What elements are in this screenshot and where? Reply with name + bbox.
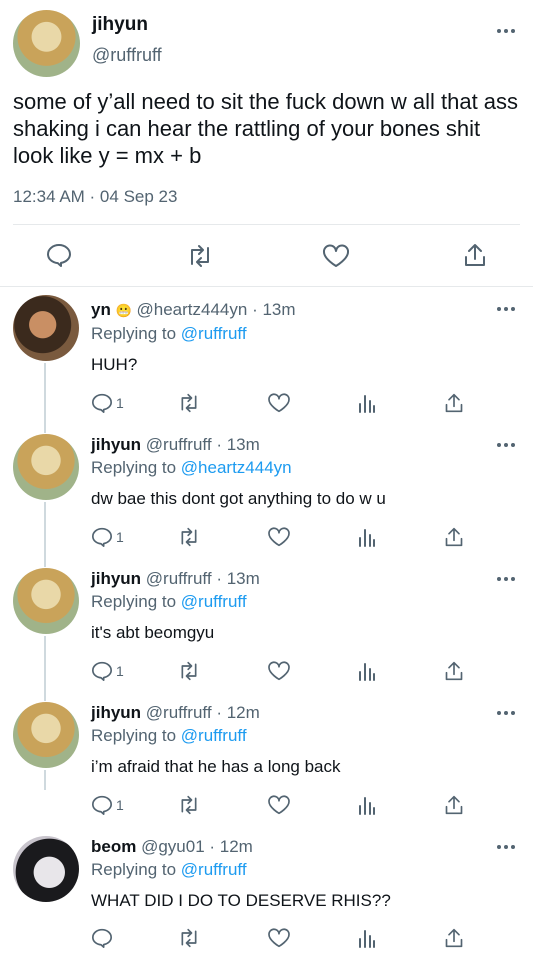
main-display-name[interactable]: jihyun [92,14,148,36]
retweet-icon[interactable] [177,527,201,547]
avatar[interactable] [13,836,79,902]
like-icon[interactable] [267,661,291,681]
share-icon[interactable] [444,392,464,414]
like-icon[interactable] [267,928,291,948]
analytics-icon[interactable] [358,527,376,547]
replying-to-handle[interactable]: @heartz444yn [181,458,292,477]
replying-to-handle[interactable]: @ruffruff [181,860,247,879]
avatar[interactable] [13,702,79,768]
retweet-icon[interactable] [177,795,201,815]
reply-handle[interactable]: @ruffruff [146,435,212,454]
replying-to-label: Replying to [91,324,177,343]
reply-time: · 13m [252,300,296,319]
reply-count: 1 [116,395,124,411]
thread-line [44,770,46,790]
reply-time: · 12m [216,703,260,722]
more-icon[interactable] [497,442,515,448]
analytics-icon[interactable] [358,928,376,948]
more-icon[interactable] [497,844,515,850]
reply-handle[interactable]: @gyu01 [141,837,205,856]
like-icon[interactable] [267,795,291,815]
reply-icon[interactable] [91,661,113,681]
reply-text: it's abt beomgyu [91,623,215,642]
replying-to-label: Replying to [91,860,177,879]
divider [0,286,533,287]
reply-icon[interactable] [91,795,113,815]
main-handle[interactable]: @ruffruff [92,45,162,66]
share-icon[interactable] [444,660,464,682]
retweet-icon[interactable] [186,244,214,268]
reply-count: 1 [116,663,124,679]
share-icon[interactable] [463,242,487,268]
replying-to-label: Replying to [91,726,177,745]
reply-handle[interactable]: @heartz444yn [137,300,248,319]
reply-display-name[interactable]: jihyun [91,569,141,588]
reply-count: 1 [116,797,124,813]
reply-handle[interactable]: @ruffruff [146,703,212,722]
analytics-icon[interactable] [358,393,376,413]
main-tweet-text: some of y’all need to sit the fuck down … [13,89,519,168]
reply-icon[interactable] [91,527,113,547]
reply-time: · 13m [216,435,260,454]
analytics-icon[interactable] [358,661,376,681]
reply-text: i’m afraid that he has a long back [91,757,341,776]
retweet-icon[interactable] [177,661,201,681]
analytics-icon[interactable] [358,795,376,815]
avatar[interactable] [13,434,79,500]
reply-display-name[interactable]: yn [91,300,111,319]
reply-icon[interactable] [91,393,113,413]
reply-display-name[interactable]: jihyun [91,435,141,454]
replying-to-handle[interactable]: @ruffruff [181,726,247,745]
retweet-icon[interactable] [177,928,201,948]
share-icon[interactable] [444,526,464,548]
retweet-icon[interactable] [177,393,201,413]
divider [13,224,520,225]
replying-to-label: Replying to [91,592,177,611]
reply-time: · 13m [216,569,260,588]
reply-icon[interactable] [91,928,113,948]
reply-icon[interactable] [46,243,72,267]
like-icon[interactable] [322,244,350,268]
reply-display-name[interactable]: jihyun [91,703,141,722]
thread-line [44,636,46,701]
reply-text: WHAT DID I DO TO DESERVE RHIS?? [91,891,391,910]
avatar[interactable] [13,568,79,634]
more-icon[interactable] [497,28,515,34]
reply-text: dw bae this dont got anything to do w u [91,489,386,508]
thread-line [44,363,46,433]
reply-text: HUH? [91,355,138,374]
main-timestamp[interactable]: 12:34 AM · 04 Sep 23 [13,187,177,207]
thread-line [44,502,46,567]
more-icon[interactable] [497,576,515,582]
more-icon[interactable] [497,306,515,312]
more-icon[interactable] [497,710,515,716]
like-icon[interactable] [267,393,291,413]
reply-count: 1 [116,529,124,545]
share-icon[interactable] [444,927,464,949]
share-icon[interactable] [444,794,464,816]
avatar[interactable] [13,10,80,77]
replying-to-label: Replying to [91,458,177,477]
like-icon[interactable] [267,527,291,547]
reply-handle[interactable]: @ruffruff [146,569,212,588]
replying-to-handle[interactable]: @ruffruff [181,324,247,343]
emoji: 😬 [115,303,132,318]
replying-to-handle[interactable]: @ruffruff [181,592,247,611]
reply-time: · 12m [209,837,253,856]
reply-display-name[interactable]: beom [91,837,136,856]
avatar[interactable] [13,295,79,361]
